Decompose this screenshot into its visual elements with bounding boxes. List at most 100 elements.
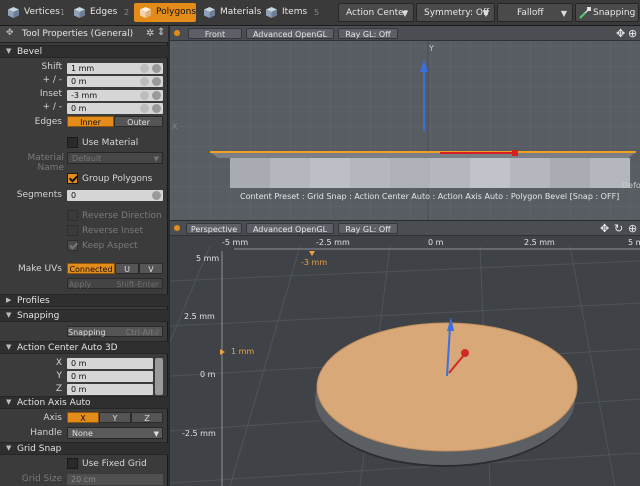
dial-icon[interactable]: [140, 77, 149, 86]
perspective-viewport-toolbar: Perspective Advanced OpenGL Ray GL: Off …: [170, 221, 640, 236]
shift-pm-input[interactable]: 0 m: [67, 76, 163, 87]
h-ruler-label: 5 m: [628, 238, 640, 247]
shift-value: 1 mm: [71, 64, 95, 73]
keep-aspect-checkbox[interactable]: [67, 240, 78, 251]
v-ruler-label: -2.5 mm: [182, 429, 216, 438]
segments-label: Segments: [16, 190, 62, 200]
perspective-view-button[interactable]: Perspective: [186, 223, 242, 234]
grid-snap-section-title: Grid Snap: [17, 444, 62, 454]
reverse-direction-checkbox[interactable]: [67, 210, 78, 221]
center-y-input[interactable]: 0 m: [67, 371, 153, 382]
grid-size-input[interactable]: 20 cm: [67, 474, 163, 485]
front-raygl-button[interactable]: Ray GL: Off: [338, 28, 398, 39]
action-center-dropdown[interactable]: Action Center ▼: [338, 3, 414, 22]
pan-icon[interactable]: ✥: [616, 27, 625, 40]
viewport-dot-icon[interactable]: [174, 225, 180, 231]
vertices-shortcut: 1: [60, 8, 66, 17]
material-name-select[interactable]: Default ▼: [67, 152, 163, 164]
items-mode-tab[interactable]: Items 5: [260, 3, 322, 22]
reverse-inset-checkbox[interactable]: [67, 225, 78, 236]
collapse-triangle-icon: ▼: [6, 444, 12, 452]
eye-icon[interactable]: [152, 64, 161, 73]
tool-properties-panel: ✥ Tool Properties (General) ✲ ⇕ ▼ Bevel …: [0, 26, 168, 486]
persp-x-handle-tip[interactable]: [461, 349, 469, 357]
edges-label: Edges: [90, 7, 118, 17]
action-axis-section-title: Action Axis Auto: [17, 398, 91, 408]
x-axis-handle-tip[interactable]: [512, 150, 518, 156]
collapse-triangle-icon: ▼: [6, 47, 12, 55]
h-ruler-label: -2.5 mm: [316, 238, 350, 247]
group-polygons-checkbox[interactable]: [67, 173, 78, 184]
front-viewport[interactable]: Front Advanced OpenGL Ray GL: Off ✥ ⊕ Y …: [170, 26, 640, 220]
top-toolbar: Vertices 1 Edges 2 Polygons Materials It…: [0, 0, 640, 26]
perspective-raygl-button[interactable]: Ray GL: Off: [338, 223, 398, 234]
eye-icon[interactable]: [152, 91, 161, 100]
segments-input[interactable]: 0: [67, 190, 163, 201]
h-ruler-label: 0 m: [428, 238, 444, 247]
dial-icon[interactable]: [140, 91, 149, 100]
eye-icon[interactable]: [152, 104, 161, 113]
center-z-input[interactable]: 0 m: [67, 384, 153, 395]
v-ruler-marker-label: 1 mm: [231, 347, 255, 356]
axis-z-button[interactable]: Z: [131, 412, 163, 423]
snapping-label: Snapping: [593, 8, 636, 18]
dial-icon[interactable]: [140, 104, 149, 113]
bevel-section-header[interactable]: ▼ Bevel: [0, 45, 168, 58]
viewport-dot-icon[interactable]: [174, 30, 180, 36]
snap-magnet-icon: [579, 7, 591, 19]
make-uvs-u-button[interactable]: U: [115, 263, 139, 274]
stepper-icon[interactable]: [152, 191, 161, 200]
zoom-icon[interactable]: ⊕: [628, 27, 637, 40]
edges-inner-button[interactable]: Inner: [67, 116, 114, 127]
gear-icon[interactable]: ✲: [146, 28, 154, 39]
use-material-checkbox[interactable]: [67, 137, 78, 148]
use-fixed-grid-checkbox[interactable]: [67, 458, 78, 469]
profiles-section-title: Profiles: [17, 296, 50, 306]
front-view-button[interactable]: Front: [188, 28, 242, 39]
edges-outer-button[interactable]: Outer: [114, 116, 163, 127]
edges-mode-tab[interactable]: Edges 2: [68, 3, 132, 22]
grid-snap-section-header[interactable]: ▼ Grid Snap: [0, 442, 168, 455]
zoom-icon[interactable]: ⊕: [628, 222, 637, 235]
center-z-label: Z: [55, 384, 62, 394]
front-shading-button[interactable]: Advanced OpenGL: [246, 28, 334, 39]
make-uvs-connected-button[interactable]: Connected: [67, 263, 115, 274]
inset-input[interactable]: -3 mm: [67, 90, 163, 101]
falloff-dropdown[interactable]: Falloff ▼: [497, 3, 573, 22]
inset-pm-input[interactable]: 0 m: [67, 103, 163, 114]
snapping-section-header[interactable]: ▼ Snapping: [0, 309, 168, 322]
center-x-input[interactable]: 0 m: [67, 358, 153, 369]
vertices-mode-tab[interactable]: Vertices 1: [2, 3, 66, 22]
polygons-mode-tab[interactable]: Polygons: [134, 3, 196, 22]
shift-input[interactable]: 1 mm: [67, 63, 163, 74]
axis-y-button[interactable]: Y: [99, 412, 131, 423]
action-axis-section-header[interactable]: ▼ Action Axis Auto: [0, 396, 168, 409]
handle-select[interactable]: None ▼: [67, 427, 163, 439]
vector-link-handle[interactable]: [155, 358, 163, 395]
make-uvs-v-button[interactable]: V: [139, 263, 163, 274]
action-center-section-header[interactable]: ▼ Action Center Auto 3D: [0, 341, 168, 354]
perspective-viewport[interactable]: Perspective Advanced OpenGL Ray GL: Off …: [170, 221, 640, 486]
v-ruler-label: 0 m: [200, 370, 216, 379]
dial-icon[interactable]: [140, 64, 149, 73]
snapping-toggle[interactable]: Snapping: [575, 3, 639, 22]
snapping-button[interactable]: Snapping Ctrl-Alt-/: [67, 326, 163, 337]
center-x-label: X: [55, 358, 62, 368]
h-ruler-label: 2.5 mm: [524, 238, 555, 247]
menu-arrows-icon[interactable]: ⇕: [157, 27, 165, 38]
panel-grip-icon[interactable]: ✥: [6, 28, 14, 38]
eye-icon[interactable]: [152, 77, 161, 86]
materials-mode-tab[interactable]: Materials: [198, 3, 261, 22]
chevron-down-icon: ▼: [560, 9, 567, 18]
h-ruler-marker-icon: [309, 251, 315, 256]
axis-x-button[interactable]: X: [67, 412, 99, 423]
perspective-shading-button[interactable]: Advanced OpenGL: [246, 223, 334, 234]
collapse-triangle-icon: ▼: [6, 311, 12, 319]
symmetry-dropdown[interactable]: Symmetry: Off ▼: [416, 3, 495, 22]
profiles-section-header[interactable]: ▶ Profiles: [0, 294, 168, 307]
apply-button[interactable]: Apply Shift-Enter: [67, 278, 163, 289]
pan-icon[interactable]: ✥: [600, 222, 609, 235]
chevron-down-icon: ▼: [482, 9, 489, 18]
item-cube-icon: [266, 7, 277, 18]
rotate-icon[interactable]: ↻: [614, 222, 623, 235]
